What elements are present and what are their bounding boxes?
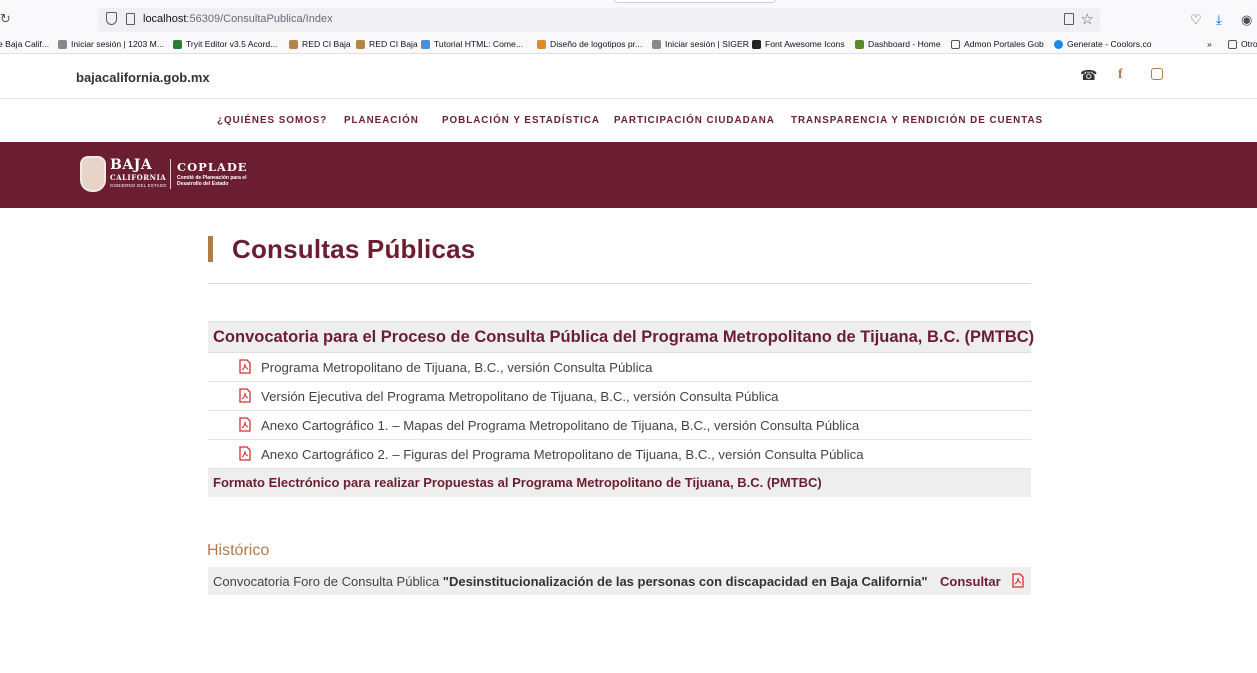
bookmark-item[interactable]: Otro — [1228, 39, 1257, 49]
section-heading: Convocatoria para el Proceso de Consulta… — [208, 321, 1035, 353]
pdf-icon[interactable] — [239, 359, 251, 374]
page-info-icon[interactable] — [126, 13, 135, 25]
nav-poblacion-estadistica[interactable]: POBLACIÓN Y ESTADÍSTICA — [442, 115, 600, 126]
logo-subtitle: Comité de Planeación para el Desarrollo … — [177, 175, 247, 187]
facebook-icon[interactable]: f — [1118, 67, 1123, 83]
logo-california-text: CALIFORNIA — [110, 173, 167, 182]
bookmark-item[interactable]: Tutorial HTML: Come... — [421, 39, 523, 49]
bookmark-item[interactable]: Diseño de logotipos pr... — [537, 39, 642, 49]
bookmark-item[interactable]: Generate - Coolors.co — [1054, 39, 1152, 49]
nav-transparencia[interactable]: TRANSPARENCIA Y RENDICIÓN DE CUENTAS — [791, 115, 1043, 126]
logo-coplade-text: COPLADE — [177, 160, 248, 174]
state-seal-icon — [80, 156, 106, 192]
pocket-icon[interactable]: ♡ — [1190, 12, 1202, 28]
title-accent-bar — [208, 236, 213, 262]
pdf-icon[interactable] — [239, 388, 251, 403]
bookmark-item[interactable]: Tryit Editor v3.5 Acord... — [173, 39, 277, 49]
instagram-icon[interactable] — [1151, 68, 1163, 80]
bookmark-item[interactable]: e Baja Calif... — [0, 39, 49, 49]
site-header: bajacalifornia.gob.mx ☎ f — [0, 55, 1257, 99]
shield-icon — [289, 39, 298, 49]
site-icon — [855, 39, 864, 49]
document-link[interactable]: Anexo Cartográfico 1. – Mapas del Progra… — [261, 418, 859, 433]
active-tab-edge[interactable] — [614, 0, 776, 3]
bookmark-item[interactable]: Font Awesome Icons — [752, 39, 845, 49]
site-icon — [537, 39, 546, 49]
bookmark-item[interactable]: RED CI Baja — [289, 39, 351, 49]
document-link[interactable]: Programa Metropolitano de Tijuana, B.C.,… — [261, 360, 652, 375]
folder-icon — [1228, 39, 1237, 49]
bookmark-item[interactable]: Iniciar sesión | SIGER — [652, 39, 749, 49]
form-link[interactable]: Formato Electrónico para realizar Propue… — [213, 475, 822, 490]
shield-icon — [356, 39, 365, 49]
document-link[interactable]: Anexo Cartográfico 2. – Figuras del Prog… — [261, 447, 864, 462]
pdf-icon[interactable] — [239, 446, 251, 461]
section-heading-text: Convocatoria para el Proceso de Consulta… — [213, 328, 1035, 346]
logo-divider — [170, 159, 171, 189]
main-nav: ¿QUIÉNES SOMOS? PLANEACIÓN POBLACIÓN Y E… — [0, 100, 1257, 142]
bookmark-item[interactable]: Admon Portales Gob — [951, 39, 1044, 49]
bookmarks-bar: e Baja Calif... Iniciar sesión | 1203 M.… — [0, 36, 1257, 54]
page-title: Consultas Públicas — [232, 234, 476, 264]
consultar-link[interactable]: Consultar — [940, 574, 1001, 589]
bookmark-item[interactable]: Dashboard - Home — [855, 39, 941, 49]
url-text[interactable]: localhost:56309/ConsultaPublica/Index — [143, 13, 333, 25]
bookmark-item[interactable]: Iniciar sesión | 1203 M... — [58, 39, 164, 49]
folder-icon — [951, 39, 960, 49]
logo-gobierno-text: GOBIERNO DEL ESTADO — [110, 183, 167, 188]
document-link[interactable]: Versión Ejecutiva del Programa Metropoli… — [261, 389, 779, 404]
nav-quienes-somos[interactable]: ¿QUIÉNES SOMOS? — [217, 115, 327, 126]
account-icon[interactable]: ◉ — [1241, 12, 1252, 28]
bookmark-item[interactable]: RED CI Baja — [356, 39, 418, 49]
historico-item-label: Convocatoria Foro de Consulta Pública "D… — [213, 574, 928, 589]
nav-participacion-ciudadana[interactable]: PARTICIPACIÓN CIUDADANA — [614, 115, 775, 126]
historico-row: Convocatoria Foro de Consulta Pública "D… — [208, 567, 1031, 595]
address-bar[interactable]: localhost:56309/ConsultaPublica/Index ☆ — [98, 8, 1100, 32]
downloads-icon[interactable]: ⤓ — [1216, 12, 1222, 28]
reload-icon[interactable]: ↻ — [0, 11, 11, 27]
tracking-shield-icon[interactable] — [106, 12, 117, 25]
reader-view-icon[interactable] — [1064, 13, 1074, 25]
logo-baja-text: BAJA — [110, 157, 153, 173]
nav-planeacion[interactable]: PLANEACIÓN — [344, 115, 419, 126]
browser-toolbar: ↻ localhost:56309/ConsultaPublica/Index … — [0, 0, 1257, 36]
document-row[interactable]: Anexo Cartográfico 2. – Figuras del Prog… — [208, 440, 1031, 469]
title-divider — [208, 283, 1031, 284]
bookmark-star-icon[interactable]: ☆ — [1081, 10, 1094, 28]
pdf-icon[interactable] — [239, 417, 251, 432]
site-icon — [421, 39, 430, 49]
brand-banner: BAJA CALIFORNIA GOBIERNO DEL ESTADO COPL… — [0, 142, 1257, 208]
w3-icon — [173, 39, 182, 49]
document-row[interactable]: Versión Ejecutiva del Programa Metropoli… — [208, 382, 1031, 411]
site-icon — [652, 39, 661, 49]
site-domain-link[interactable]: bajacalifornia.gob.mx — [76, 70, 210, 85]
historico-heading: Histórico — [207, 542, 270, 559]
pdf-icon[interactable] — [1012, 573, 1024, 588]
document-row[interactable]: Anexo Cartográfico 1. – Mapas del Progra… — [208, 411, 1031, 440]
phone-icon[interactable]: ☎ — [1080, 67, 1097, 84]
form-link-row[interactable]: Formato Electrónico para realizar Propue… — [208, 469, 1031, 497]
flag-icon — [752, 39, 761, 49]
bookmarks-overflow-icon[interactable]: » — [1207, 39, 1212, 49]
document-row[interactable]: Programa Metropolitano de Tijuana, B.C.,… — [208, 353, 1031, 382]
site-icon — [58, 39, 67, 49]
site-icon — [1054, 39, 1063, 49]
